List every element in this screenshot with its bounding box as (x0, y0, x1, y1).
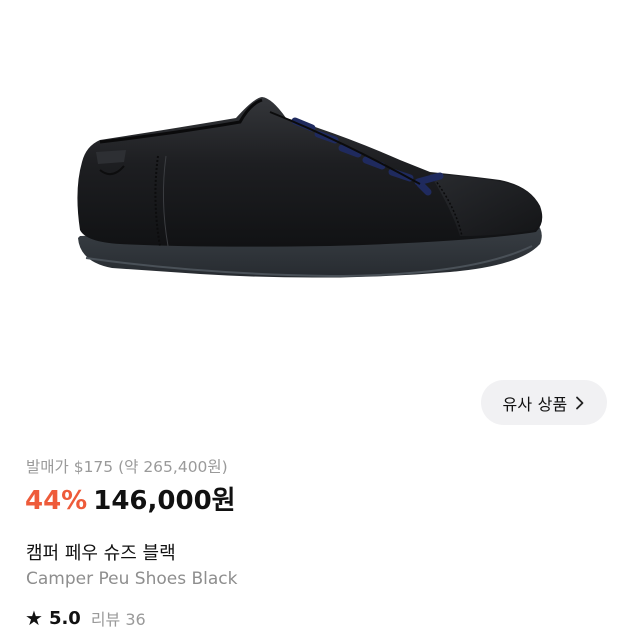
rating-row[interactable]: ★ 5.0 리뷰 36 (25, 606, 146, 630)
price-row: 44% 146,000원 (25, 480, 236, 517)
chevron-right-icon (576, 396, 584, 409)
sale-price: 146,000원 (93, 486, 236, 516)
similar-products-label: 유사 상품 (502, 394, 568, 414)
shoe-illustration (77, 97, 543, 278)
star-icon: ★ (25, 606, 43, 630)
product-name-english: Camper Peu Shoes Black (26, 569, 238, 589)
release-price: 발매가 $175 (약 265,400원) (26, 458, 228, 476)
review-count[interactable]: 리뷰 36 (91, 606, 146, 630)
product-name-korean: 캠퍼 페우 슈즈 블랙 (26, 543, 176, 564)
similar-products-button[interactable]: 유사 상품 (481, 380, 607, 425)
product-image[interactable] (0, 0, 620, 370)
rating-value: 5.0 (48, 607, 81, 629)
discount-rate: 44% (25, 486, 88, 516)
